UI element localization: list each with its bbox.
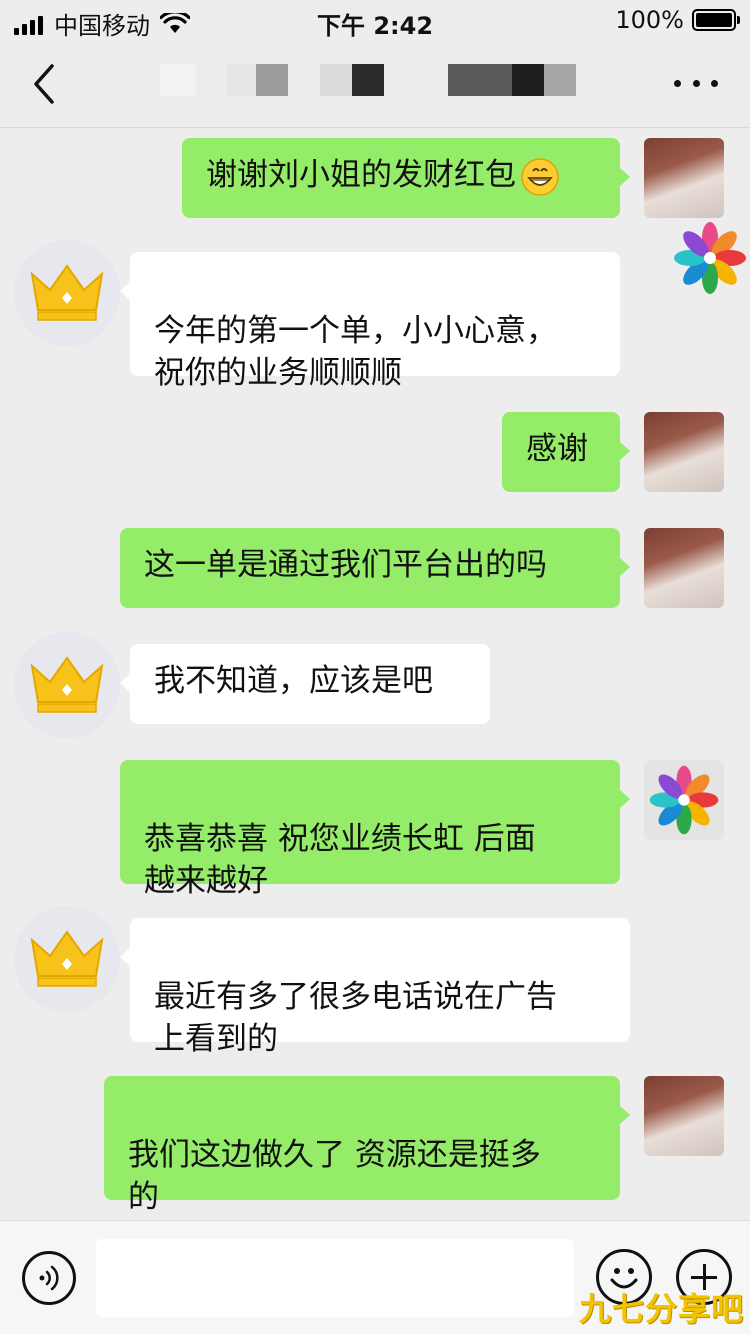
chat-header [0, 40, 750, 128]
avatar[interactable] [644, 1076, 724, 1156]
voice-icon [39, 1265, 59, 1291]
message-text: 我们这边做久了 资源还是挺多 的 [128, 1137, 541, 1215]
battery-fill [696, 13, 732, 27]
grinning-face-icon [521, 157, 559, 196]
back-button[interactable] [26, 62, 66, 106]
message-text: 谢谢刘小姐的发财红包 [206, 157, 516, 193]
voice-button[interactable] [22, 1251, 76, 1305]
message-bubble[interactable]: 今年的第一个单，小小心意， 祝你的业务顺顺顺 [120, 252, 620, 391]
message-bubble[interactable]: 这一单是通过我们平台出的吗 [120, 528, 630, 608]
crown-icon [30, 264, 104, 321]
message-text: 这一单是通过我们平台出的吗 [144, 547, 547, 583]
battery-icon [692, 9, 740, 31]
status-bar: 中国移动 下午 2:42 100% [0, 0, 750, 40]
chevron-left-icon [34, 64, 54, 104]
battery-percent: 100% [615, 6, 684, 34]
message-bubble[interactable]: 谢谢刘小姐的发财红包 [182, 138, 630, 218]
avatar[interactable] [644, 138, 724, 218]
input-bar: 九七分享吧 [0, 1220, 750, 1334]
message-input[interactable] [96, 1239, 574, 1317]
avatar[interactable] [644, 412, 724, 492]
avatar[interactable] [14, 632, 120, 738]
message-text: 今年的第一个单，小小心意， 祝你的业务顺顺顺 [154, 313, 557, 391]
avatar[interactable] [14, 240, 120, 346]
message-text: 我不知道，应该是吧 [154, 663, 433, 699]
avatar[interactable] [644, 528, 724, 608]
message-list[interactable]: 谢谢刘小姐的发财红包 今年的第一个单，小小心意， 祝你的业务顺顺顺 感谢 这一单… [0, 128, 750, 1220]
flower-sticker-icon [649, 765, 719, 835]
crown-icon [30, 656, 104, 713]
message-bubble[interactable]: 感谢 [502, 412, 630, 492]
flower-sticker-icon [674, 222, 746, 294]
pixelated-chat-title [160, 64, 580, 96]
message-bubble[interactable]: 最近有多了很多电话说在广告 上看到的 [120, 918, 630, 1057]
message-bubble[interactable]: 我不知道，应该是吧 [120, 644, 490, 724]
avatar[interactable] [644, 760, 724, 840]
message-bubble[interactable]: 我们这边做久了 资源还是挺多 的 [104, 1076, 630, 1215]
message-text: 恭喜恭喜 祝您业绩长虹 后面 越来越好 [144, 821, 536, 899]
crown-icon [30, 930, 104, 987]
message-bubble[interactable]: 恭喜恭喜 祝您业绩长虹 后面 越来越好 [120, 760, 630, 899]
watermark: 九七分享吧 [578, 1290, 744, 1328]
avatar[interactable] [14, 906, 120, 1012]
message-text: 最近有多了很多电话说在广告 上看到的 [154, 979, 557, 1057]
message-text: 感谢 [526, 431, 588, 467]
status-right: 100% [615, 6, 740, 34]
more-dots-icon[interactable] [674, 76, 718, 90]
